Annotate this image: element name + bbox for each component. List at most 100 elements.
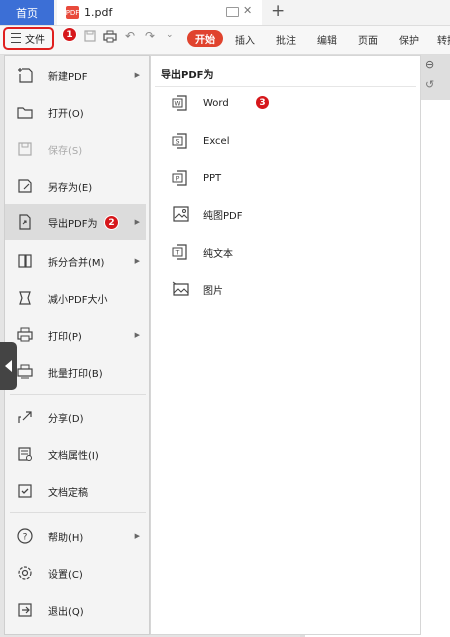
submenu-divider [155, 86, 416, 87]
menu-item-label: 帮助(H) [48, 532, 84, 544]
export-item-label: Excel [203, 135, 230, 147]
export-item-label: Word [203, 97, 229, 109]
annotation-marker-1: 1 [62, 27, 77, 42]
menu-item-label: 文档定稿 [48, 487, 88, 499]
submenu-arrow-icon: ▶ [134, 532, 140, 540]
menu-item-properties[interactable]: 文档属性(I) [5, 436, 146, 472]
compress-icon [14, 287, 36, 309]
menu-item-compress[interactable]: 减小PDF大小 [5, 280, 146, 316]
word-icon: W [170, 92, 192, 114]
menu-item-label: 退出(Q) [48, 606, 84, 618]
export-item-image-pdf[interactable]: 纯图PDF [162, 199, 412, 229]
help-icon: ? [14, 525, 36, 547]
text-icon: T [170, 241, 192, 263]
folder-open-icon [14, 101, 36, 123]
ribbon-tab-start[interactable]: 开始 [187, 30, 223, 47]
picture-icon [170, 278, 192, 300]
zoom-out-icon[interactable]: ⊖ [425, 58, 434, 71]
tab-home[interactable]: 首页 [0, 0, 54, 25]
ribbon-tab-convert[interactable]: 转换 [437, 32, 450, 47]
more-chevron-icon[interactable]: ⌄ [166, 30, 174, 40]
print-icon [14, 324, 36, 346]
menu-item-settings[interactable]: 设置(C) [5, 555, 146, 591]
ppt-icon: P [170, 167, 192, 189]
properties-icon [14, 443, 36, 465]
export-item-label: 图片 [203, 285, 223, 297]
save-icon [14, 138, 36, 160]
menu-item-open[interactable]: 打开(O) [5, 94, 146, 130]
save-as-icon [14, 175, 36, 197]
share-icon [14, 406, 36, 428]
menu-item-label: 导出PDF为 [48, 218, 98, 230]
print-toolbar-icon[interactable] [103, 30, 117, 43]
menu-item-label: 文档属性(I) [48, 450, 99, 462]
menu-item-label: 打开(O) [48, 108, 84, 120]
export-item-label: 纯文本 [203, 248, 233, 260]
submenu-arrow-icon: ▶ [134, 257, 140, 265]
export-item-ppt[interactable]: P PPT [162, 163, 412, 193]
file-button-highlight [3, 27, 54, 50]
export-item-picture[interactable]: 图片 [162, 274, 412, 304]
svg-text:?: ? [23, 533, 28, 543]
export-icon [14, 211, 36, 233]
menu-item-exit[interactable]: 退出(Q) [5, 592, 146, 628]
ribbon-tab-edit[interactable]: 编辑 [317, 32, 337, 47]
window-mode-icon[interactable] [226, 7, 239, 17]
image-pdf-icon [170, 203, 192, 225]
menu-item-label: 新建PDF [48, 71, 88, 83]
menu-item-save[interactable]: 保存(S) [5, 131, 146, 167]
undo-icon[interactable]: ↶ [125, 29, 135, 43]
export-item-excel[interactable]: S Excel [162, 126, 412, 156]
menu-item-print[interactable]: 打印(P) ▶ [5, 317, 146, 353]
ribbon-tab-comment[interactable]: 批注 [276, 32, 296, 47]
menu-item-label: 拆分合并(M) [48, 257, 105, 269]
export-item-label: PPT [203, 172, 222, 184]
annotation-marker-2: 2 [104, 215, 119, 230]
submenu-arrow-icon: ▶ [134, 71, 140, 79]
submenu-arrow-icon: ▶ [134, 331, 140, 339]
menu-item-label: 打印(P) [48, 331, 82, 343]
menu-item-new-pdf[interactable]: 新建PDF ▶ [5, 57, 146, 93]
svg-text:P: P [176, 176, 180, 183]
excel-icon: S [170, 130, 192, 152]
settings-icon [14, 562, 36, 584]
menu-divider [10, 512, 146, 513]
batch-print-icon [14, 361, 36, 383]
menu-item-label: 批量打印(B) [48, 368, 103, 380]
close-tab-icon[interactable]: ✕ [243, 4, 252, 17]
ribbon-tab-page[interactable]: 页面 [358, 32, 378, 47]
menu-item-finalize[interactable]: 文档定稿 [5, 473, 146, 509]
export-item-word[interactable]: W Word [162, 88, 412, 118]
split-merge-icon [14, 250, 36, 272]
ribbon-tab-protect[interactable]: 保护 [399, 32, 419, 47]
new-tab-icon[interactable]: + [271, 1, 285, 21]
svg-text:S: S [176, 139, 180, 146]
svg-text:T: T [175, 250, 180, 257]
export-item-label: 纯图PDF [203, 210, 243, 222]
menu-item-batch-print[interactable]: 批量打印(B) [5, 354, 146, 390]
menu-item-label: 分享(D) [48, 413, 84, 425]
redo-icon[interactable]: ↷ [145, 29, 155, 43]
export-submenu-title: 导出PDF为 [161, 70, 214, 81]
finalize-icon [14, 480, 36, 502]
tab-document-label: 1.pdf [84, 6, 113, 19]
menu-item-help[interactable]: ? 帮助(H) ▶ [5, 518, 146, 554]
menu-item-label: 减小PDF大小 [48, 294, 108, 306]
ribbon-tab-insert[interactable]: 插入 [235, 32, 255, 47]
export-item-text[interactable]: T 纯文本 [162, 237, 412, 267]
collapse-panel-handle[interactable] [0, 342, 17, 390]
menu-divider [10, 394, 146, 395]
menu-item-save-as[interactable]: 另存为(E) [5, 168, 146, 204]
menu-item-split-merge[interactable]: 拆分合并(M) ▶ [5, 243, 146, 279]
menu-item-share[interactable]: 分享(D) [5, 399, 146, 435]
exit-icon [14, 599, 36, 621]
tab-home-label: 首页 [16, 6, 38, 20]
rotate-left-icon[interactable]: ↺ [425, 78, 434, 91]
annotation-marker-3: 3 [255, 95, 270, 110]
menu-item-export-pdf[interactable]: 导出PDF为 ▶ [5, 204, 146, 240]
menu-item-label: 设置(C) [48, 569, 83, 581]
submenu-arrow-icon: ▶ [134, 218, 140, 226]
pdf-file-icon: PDF [66, 6, 79, 19]
menu-item-label: 另存为(E) [48, 182, 93, 194]
save-toolbar-icon[interactable] [84, 30, 96, 42]
